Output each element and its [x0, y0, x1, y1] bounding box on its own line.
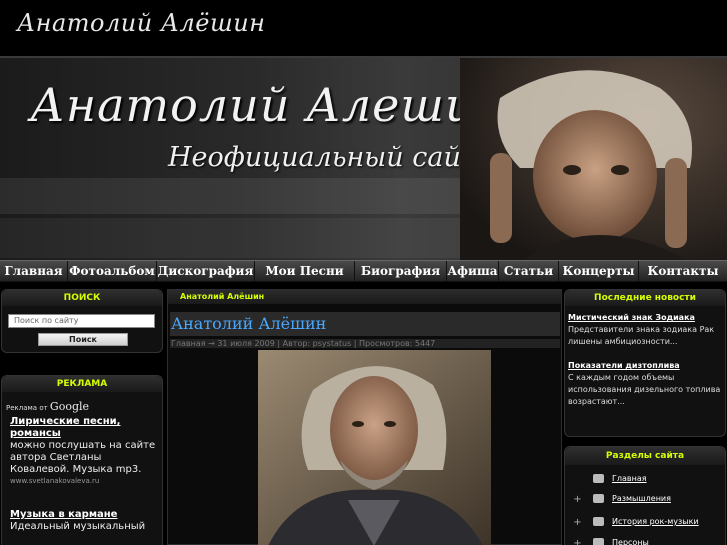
- news-panel: Последние новости Мистический знак Зодиа…: [564, 289, 726, 437]
- search-button[interactable]: Поиск: [38, 333, 128, 346]
- main-nav: Главная Фотоальбом Дискография Мои Песни…: [0, 260, 727, 282]
- section-label[interactable]: История рок-музыки: [612, 516, 699, 528]
- banner-portrait-image: [460, 58, 727, 260]
- google-logo: Google: [49, 400, 90, 413]
- expand-icon[interactable]: +: [573, 495, 582, 505]
- folder-icon: [593, 494, 604, 503]
- ad-text: можно послушать на сайте автора Светланы…: [10, 440, 156, 475]
- site-title[interactable]: Анатолий Алёшин: [17, 9, 265, 37]
- search-panel: ПОИСК Поиск по сайту Поиск: [1, 289, 163, 353]
- news-item: Показатели дизтоплива С каждым годом объ…: [568, 360, 722, 408]
- folder-icon: [593, 538, 604, 545]
- folder-icon: [593, 517, 604, 526]
- sections-panel-title: Разделы сайта: [565, 447, 725, 465]
- ad-link[interactable]: Лирические песни, романсы: [10, 416, 160, 440]
- ad-item: Музыка в кармане Идеальный музыкальный: [10, 509, 160, 533]
- ad-link[interactable]: Музыка в кармане: [10, 509, 160, 521]
- content-breadcrumb: Анатолий Алёшин: [168, 290, 561, 304]
- news-panel-title: Последние новости: [565, 290, 725, 306]
- banner-artist-name: Анатолий Алешин: [30, 78, 507, 132]
- ads-by-label: Реклама от: [6, 404, 48, 412]
- news-link[interactable]: Мистический знак Зодиака: [568, 312, 722, 324]
- expand-icon[interactable]: +: [573, 518, 582, 528]
- section-item[interactable]: + Персоны: [573, 537, 723, 545]
- article-meta: Главная → 31 июля 2009 | Автор: psystatu…: [170, 339, 560, 348]
- header-banner: Анатолий Алешин Неофициальный сайт: [0, 56, 727, 260]
- section-label[interactable]: Персоны: [612, 537, 649, 545]
- news-text: С каждым годом объемы использования дизе…: [568, 373, 721, 406]
- banner-decor-strip: [0, 218, 520, 258]
- banner-subtitle: Неофициальный сайт: [168, 142, 487, 173]
- nav-item-discography[interactable]: Дискография: [157, 261, 255, 281]
- section-label[interactable]: Размышления: [612, 493, 671, 505]
- news-text: Представители знака зодиака Рак лишены а…: [568, 325, 715, 346]
- nav-item-my-songs[interactable]: Мои Песни: [255, 261, 355, 281]
- sections-panel: Разделы сайта Главная + Размышления + Ис…: [564, 446, 726, 545]
- ads-by-google[interactable]: Реклама от Google: [6, 400, 89, 413]
- ad-url[interactable]: www.svetlanakovaleva.ru: [10, 476, 160, 486]
- article-title[interactable]: Анатолий Алёшин: [170, 312, 560, 336]
- search-input[interactable]: Поиск по сайту: [8, 314, 155, 328]
- ad-text: Идеальный музыкальный: [10, 521, 146, 532]
- folder-icon: [593, 474, 604, 483]
- nav-item-articles[interactable]: Статьи: [499, 261, 559, 281]
- news-item: Мистический знак Зодиака Представители з…: [568, 312, 722, 348]
- ads-panel-title: РЕКЛАМА: [2, 376, 162, 392]
- nav-item-biography[interactable]: Биография: [355, 261, 447, 281]
- nav-item-contacts[interactable]: Контакты: [639, 261, 727, 281]
- article-portrait-image: [258, 350, 491, 545]
- section-label[interactable]: Главная: [612, 473, 647, 485]
- news-link[interactable]: Показатели дизтоплива: [568, 360, 722, 372]
- nav-item-concerts[interactable]: Концерты: [559, 261, 639, 281]
- nav-item-home[interactable]: Главная: [0, 261, 68, 281]
- search-panel-title: ПОИСК: [2, 290, 162, 306]
- section-item[interactable]: + Размышления: [573, 493, 723, 509]
- nav-item-photo-album[interactable]: Фотоальбом: [68, 261, 157, 281]
- ad-item: Лирические песни, романсы можно послушат…: [10, 416, 160, 486]
- section-item[interactable]: + История рок-музыки: [573, 516, 723, 532]
- main-content: Анатолий Алёшин Анатолий Алёшин Главная …: [167, 289, 562, 545]
- ads-panel: РЕКЛАМА Реклама от Google Лирические пес…: [1, 375, 163, 545]
- expand-icon[interactable]: +: [573, 539, 582, 545]
- top-bar: Анатолий Алёшин: [0, 0, 727, 56]
- nav-item-events[interactable]: Афиша: [447, 261, 499, 281]
- section-item[interactable]: Главная: [573, 473, 723, 489]
